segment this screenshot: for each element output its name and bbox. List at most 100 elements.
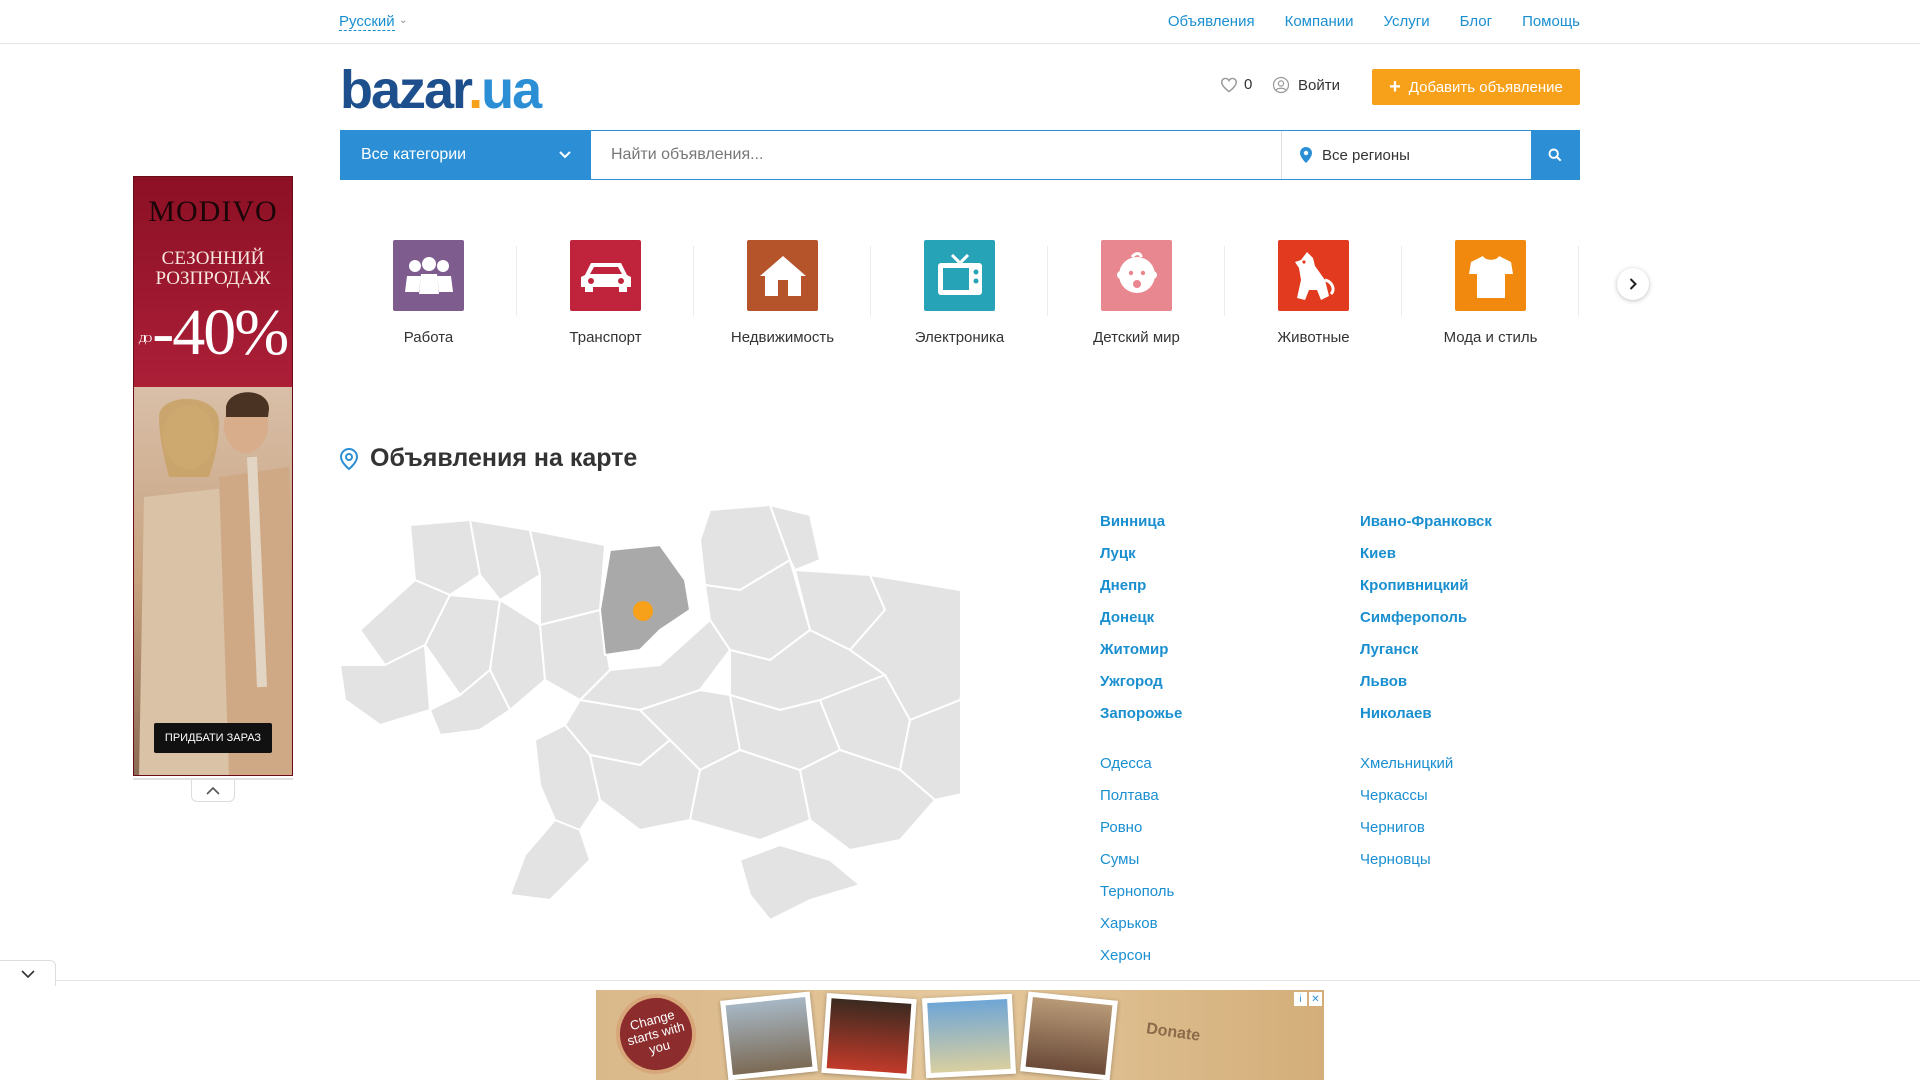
house-icon (747, 240, 818, 311)
ukraine-map[interactable] (338, 500, 1052, 922)
category-label: Электроника (914, 329, 1005, 346)
region-select[interactable]: Все регионы (1281, 131, 1531, 179)
city-column-2: Ивано-Франковск Киев Кропивницкий Симфер… (1360, 512, 1600, 882)
search-icon (1548, 148, 1562, 162)
bottom-banner-ad[interactable]: Change starts with you Donate i ✕ (596, 990, 1324, 1080)
collapse-ad-button[interactable] (191, 780, 235, 802)
city-link[interactable]: Ровно (1100, 818, 1340, 850)
shirt-icon (1455, 240, 1526, 311)
category-label: Животные (1277, 329, 1350, 346)
collapse-bottom-ad-button[interactable] (0, 960, 56, 986)
category-kids[interactable]: Детский мир (1048, 240, 1225, 350)
ad-photo (921, 993, 1017, 1079)
dog-icon (1278, 240, 1349, 311)
location-pin-icon (340, 447, 358, 470)
city-column-1: Винница Луцк Днепр Донецк Житомир Ужгоро… (1100, 512, 1340, 978)
city-link[interactable]: Хмельницкий (1360, 754, 1600, 786)
search-input[interactable] (591, 131, 1281, 179)
category-real-estate[interactable]: Недвижимость (694, 240, 871, 350)
ukraine-map-svg (338, 503, 1052, 922)
ad-stamp: Change starts with you (607, 990, 705, 1080)
category-label: Недвижимость (730, 329, 835, 346)
category-label: Мода и стиль (1443, 329, 1538, 346)
city-link[interactable]: Черновцы (1360, 850, 1600, 882)
ad-photo (1020, 991, 1118, 1080)
top-bar: Русский ⌄ Объявления Компании Услуги Бло… (0, 0, 1920, 44)
nav-ads[interactable]: Объявления (1168, 13, 1255, 30)
map-section-title: Объявления на карте (340, 444, 637, 473)
search-button[interactable] (1531, 131, 1579, 179)
category-fashion[interactable]: Мода и стиль (1402, 240, 1579, 350)
city-link[interactable]: Киев (1360, 544, 1600, 576)
car-icon (570, 240, 641, 311)
city-link[interactable]: Донецк (1100, 608, 1340, 640)
close-icon[interactable]: ✕ (1309, 992, 1322, 1006)
ad-info-icon[interactable]: i (1294, 992, 1307, 1006)
login-label: Войти (1298, 76, 1340, 94)
city-link[interactable]: Черкассы (1360, 786, 1600, 818)
chevron-down-icon (559, 151, 571, 159)
bottom-divider (0, 980, 1920, 981)
search-bar: Все категории Все регионы (340, 130, 1580, 180)
side-banner-ad[interactable]: MODIVO СЕЗОННИЙ РОЗПРОДАЖ ДО-40% ПРИДБАТ… (133, 176, 293, 776)
category-select-label: Все категории (361, 146, 467, 163)
category-electronics[interactable]: Электроника (871, 240, 1048, 350)
city-link[interactable]: Симферополь (1360, 608, 1600, 640)
city-link[interactable]: Львов (1360, 672, 1600, 704)
add-listing-button[interactable]: + Добавить объявление (1372, 69, 1580, 105)
category-select[interactable]: Все категории (341, 131, 591, 179)
site-logo[interactable]: bazar.ua (340, 60, 542, 120)
map-region-kyiv-highlighted[interactable] (598, 543, 692, 657)
city-link[interactable]: Николаев (1360, 704, 1600, 736)
category-work[interactable]: Работа (340, 240, 517, 350)
chevron-up-icon (206, 786, 220, 795)
city-link[interactable]: Чернигов (1360, 818, 1600, 850)
city-link[interactable]: Ивано-Франковск (1360, 512, 1600, 544)
city-link[interactable]: Тернополь (1100, 882, 1340, 914)
carousel-next-button[interactable] (1617, 268, 1649, 300)
nav-help[interactable]: Помощь (1522, 13, 1580, 30)
city-link[interactable]: Житомир (1100, 640, 1340, 672)
add-listing-label: Добавить объявление (1408, 78, 1563, 96)
category-label: Детский мир (1093, 329, 1180, 346)
language-selector[interactable]: Русский (339, 13, 395, 31)
location-pin-icon (1300, 147, 1312, 163)
category-animals[interactable]: Животные (1225, 240, 1402, 350)
favorites-button[interactable]: 0 (1220, 76, 1252, 93)
login-button[interactable]: Войти (1272, 76, 1340, 94)
city-link[interactable]: Ужгород (1100, 672, 1340, 704)
city-link[interactable]: Днепр (1100, 576, 1340, 608)
ad-line2: РОЗПРОДАЖ (155, 268, 271, 289)
ad-photo (134, 387, 292, 775)
city-link[interactable]: Сумы (1100, 850, 1340, 882)
category-transport[interactable]: Транспорт (517, 240, 694, 350)
ad-discount: ДО-40% (134, 295, 292, 371)
nav-blog[interactable]: Блог (1460, 13, 1492, 30)
user-icon (1272, 76, 1290, 94)
plus-icon: + (1389, 76, 1401, 98)
category-label: Работа (403, 329, 454, 346)
nav-services[interactable]: Услуги (1384, 13, 1430, 30)
people-icon (393, 240, 464, 311)
city-link[interactable]: Херсон (1100, 946, 1340, 978)
heart-icon (1220, 77, 1238, 92)
favorites-count: 0 (1244, 76, 1253, 93)
city-link[interactable]: Кропивницкий (1360, 576, 1600, 608)
ad-percent: -40% (152, 296, 289, 369)
city-link[interactable]: Харьков (1100, 914, 1340, 946)
ad-photo (821, 992, 917, 1080)
baby-icon (1101, 240, 1172, 311)
ad-cta-button[interactable]: ПРИДБАТИ ЗАРАЗ (154, 723, 272, 753)
map-marker[interactable] (633, 601, 653, 621)
city-link[interactable]: Винница (1100, 512, 1340, 544)
city-link[interactable]: Запорожье (1100, 704, 1340, 736)
nav-companies[interactable]: Компании (1285, 13, 1354, 30)
ad-controls: i ✕ (1294, 992, 1322, 1008)
city-link[interactable]: Луганск (1360, 640, 1600, 672)
category-carousel: Работа Транспорт Недвижимость Электроник… (340, 240, 1580, 350)
city-link[interactable]: Полтава (1100, 786, 1340, 818)
city-link[interactable]: Луцк (1100, 544, 1340, 576)
logo-tld: ua (481, 60, 542, 120)
chevron-down-icon (20, 969, 35, 978)
city-link[interactable]: Одесса (1100, 754, 1340, 786)
